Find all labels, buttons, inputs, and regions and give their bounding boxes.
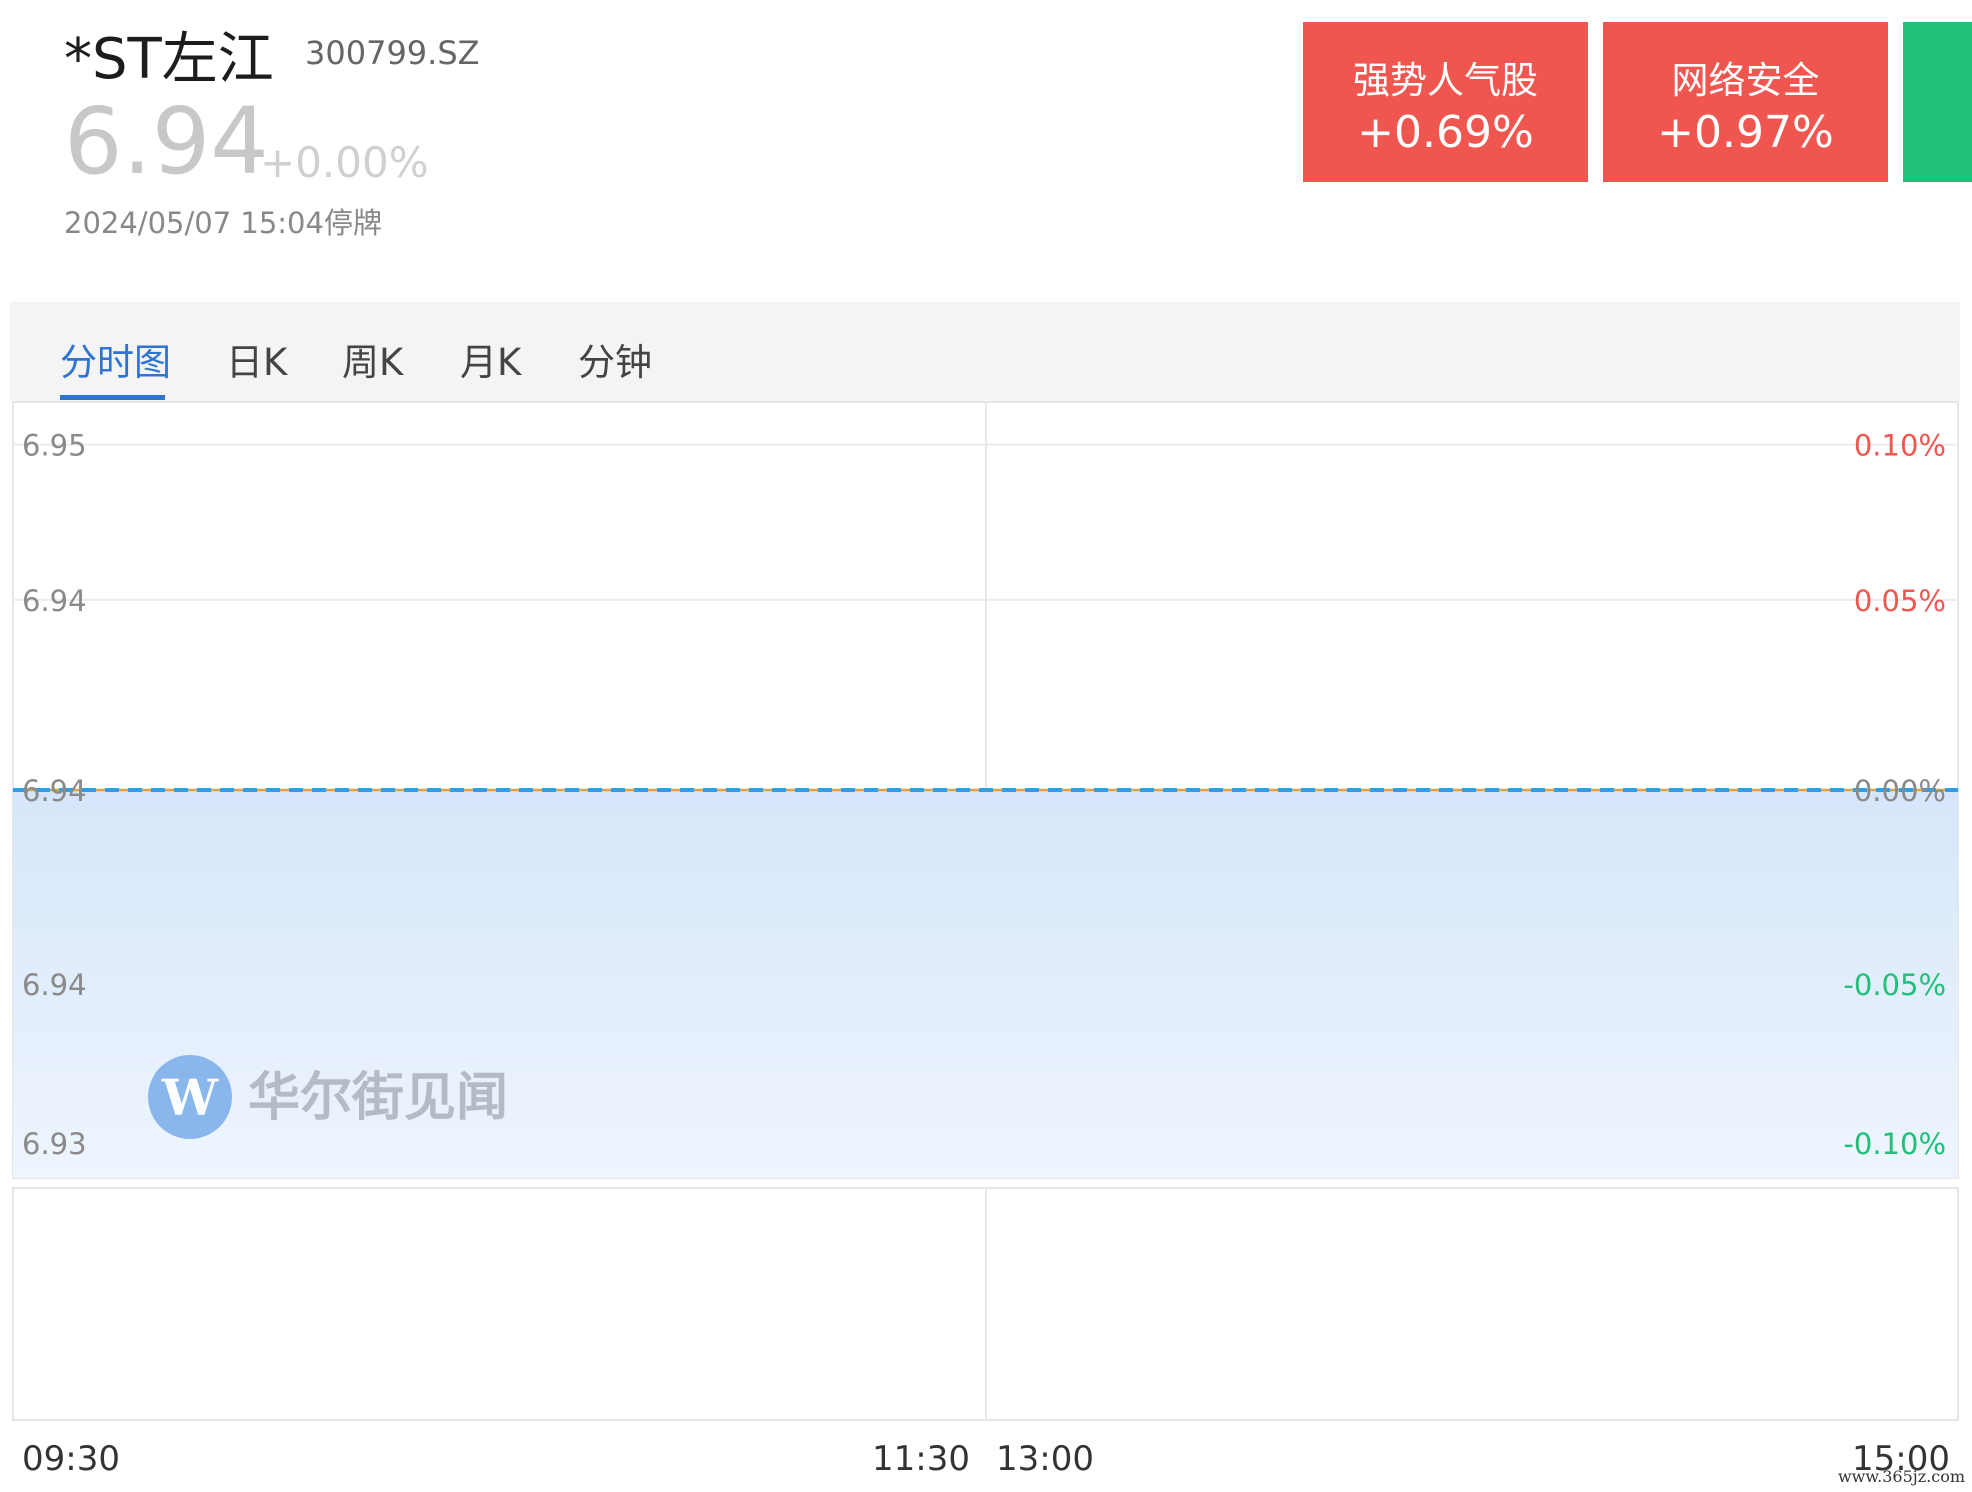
y-tick-label: 6.93 xyxy=(22,1127,87,1161)
y-percent-tick-label: 0.10% xyxy=(1854,429,1946,463)
site-watermark: www.365jz.com xyxy=(1838,1467,1965,1486)
watermark-logo-letter: W xyxy=(161,1068,219,1127)
y-tick-label: 6.94 xyxy=(22,774,87,808)
x-tick-label: 09:30 xyxy=(22,1439,120,1479)
x-tick-label: 11:30 xyxy=(872,1439,970,1479)
y-percent-tick-label: 0.00% xyxy=(1854,774,1946,808)
watermark: W 华尔街见闻 xyxy=(148,1055,508,1139)
y-percent-tick-label: -0.10% xyxy=(1843,1127,1946,1161)
y-percent-tick-label: -0.05% xyxy=(1843,968,1946,1002)
x-tick-label: 13:00 xyxy=(996,1439,1094,1479)
watermark-text: 华尔街见闻 xyxy=(248,1067,508,1128)
x-axis-labels: 09:30 11:30 13:00 15:00 xyxy=(22,1439,1950,1479)
y-percent-tick-label: 0.05% xyxy=(1854,584,1946,618)
y-tick-label: 6.94 xyxy=(22,584,87,618)
y-tick-label: 6.94 xyxy=(22,968,87,1002)
intraday-chart: 6.95 6.94 6.94 6.94 6.93 0.10% 0.05% 0.00% -0.0… xyxy=(12,401,1965,1486)
y-tick-label: 6.95 xyxy=(22,429,87,463)
